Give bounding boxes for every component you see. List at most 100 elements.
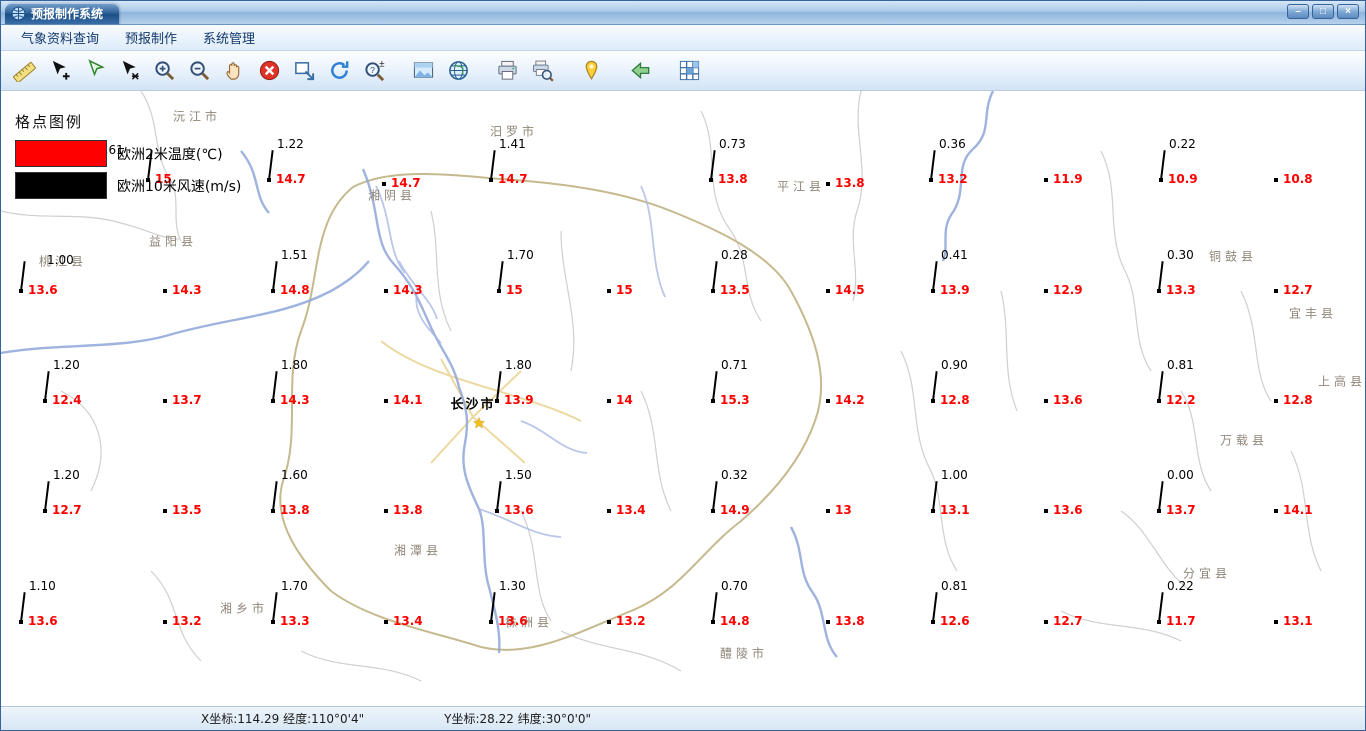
grid-point-dot [826, 289, 830, 293]
wind-barb [712, 261, 718, 292]
wind-barb [1158, 371, 1164, 402]
wind-barb [490, 592, 496, 623]
globe-icon[interactable] [443, 56, 473, 86]
temperature-value: 12.2 [1166, 393, 1196, 407]
wind-barb [1158, 481, 1164, 512]
legend-item: 欧洲2米温度(℃) [15, 140, 241, 167]
grid-point-dot [1044, 399, 1048, 403]
temperature-value: 12.7 [1283, 283, 1313, 297]
grid-point-dot [1044, 620, 1048, 624]
wind-speed-value: 1.10 [29, 579, 56, 593]
wind-barb [272, 261, 278, 292]
wind-barb [44, 481, 50, 512]
wind-speed-value: 1.00 [941, 468, 968, 482]
image-export-icon[interactable] [408, 56, 438, 86]
svg-text:±: ± [379, 59, 384, 70]
wind-barb [268, 150, 274, 181]
wind-barb [712, 592, 718, 623]
wind-speed-value: 1.22 [277, 137, 304, 151]
temperature-value: 13.1 [1283, 614, 1313, 628]
wind-speed-value: 0.00 [1167, 468, 1194, 482]
temperature-value: 11.9 [1053, 172, 1083, 186]
temperature-value: 13.7 [1166, 503, 1196, 517]
temperature-value: 12.8 [940, 393, 970, 407]
temperature-value: 14 [616, 393, 633, 407]
menu-forecast-production[interactable]: 预报制作 [115, 25, 187, 50]
temperature-value: 13.5 [720, 283, 750, 297]
zoom-scale-icon[interactable]: ? ± [359, 56, 389, 86]
grid-point-dot [607, 289, 611, 293]
wind-barb [496, 371, 502, 402]
wind-speed-value: 1.00 [47, 253, 74, 267]
wind-speed-value: 0.70 [721, 579, 748, 593]
wind-barb [712, 371, 718, 402]
wind-barb [272, 592, 278, 623]
extent-export-icon[interactable] [289, 56, 319, 86]
print-icon[interactable] [492, 56, 522, 86]
temperature-value: 14.3 [280, 393, 310, 407]
grid-point-dot [163, 289, 167, 293]
pointer-green-icon[interactable] [79, 56, 109, 86]
wind-speed-value: 0.28 [721, 248, 748, 262]
zoom-out-icon[interactable] [184, 56, 214, 86]
wind-speed-value: 0.30 [1167, 248, 1194, 262]
back-icon[interactable] [625, 56, 655, 86]
wind-barb [1158, 592, 1164, 623]
wind-barb [20, 592, 26, 623]
wind-speed-value: 0.73 [719, 137, 746, 151]
grid-point-dot [384, 509, 388, 513]
temperature-value: 13.4 [393, 614, 423, 628]
wind-barb [44, 371, 50, 402]
temperature-value: 15 [616, 283, 633, 297]
temperature-value: 13.5 [172, 503, 202, 517]
grid-point-dot [384, 620, 388, 624]
legend-color-swatch [15, 172, 107, 199]
menubar: 气象资料查询 预报制作 系统管理 [1, 25, 1365, 51]
menu-weather-data-query[interactable]: 气象资料查询 [11, 25, 109, 50]
temperature-value: 12.8 [1283, 393, 1313, 407]
temperature-value: 13.8 [718, 172, 748, 186]
temperature-value: 13.1 [940, 503, 970, 517]
restore-button[interactable]: □ [1312, 4, 1334, 19]
grid-point-dot [607, 509, 611, 513]
temperature-value: 15.3 [720, 393, 750, 407]
svg-text:?: ? [370, 65, 375, 75]
temperature-value: 14.1 [393, 393, 423, 407]
close-button[interactable]: × [1337, 4, 1359, 19]
zoom-in-icon[interactable] [149, 56, 179, 86]
wind-speed-value: 1.41 [499, 137, 526, 151]
minimize-button[interactable]: – [1287, 4, 1309, 19]
app-icon [11, 6, 26, 21]
app-title-tab: 预报制作系统 [5, 3, 120, 24]
temperature-value: 12.4 [52, 393, 82, 407]
map-canvas[interactable]: 格点图例 欧洲2米温度(℃) 欧洲10米风速(m/s) 沅江市 汨罗市 湘阴县 平江县益… [1, 91, 1365, 706]
delete-icon[interactable] [254, 56, 284, 86]
grid-point-dot [163, 620, 167, 624]
grid-point-dot [1044, 289, 1048, 293]
menu-system-management[interactable]: 系统管理 [193, 25, 265, 50]
temperature-value: 14.3 [393, 283, 423, 297]
grid-point-dot [607, 620, 611, 624]
wind-speed-value: 1.51 [281, 248, 308, 262]
location-pin-icon[interactable] [576, 56, 606, 86]
grid-point-dot [826, 182, 830, 186]
temperature-value: 13.3 [280, 614, 310, 628]
titlebar[interactable]: 预报制作系统 – □ × [1, 1, 1365, 25]
grid-point-dot [382, 182, 386, 186]
select-arrow-icon[interactable] [44, 56, 74, 86]
temperature-value: 13.9 [504, 393, 534, 407]
refresh-icon[interactable] [324, 56, 354, 86]
measure-icon[interactable] [9, 56, 39, 86]
wind-speed-value: 0.36 [939, 137, 966, 151]
statusbar: X坐标:114.29 经度:110°0'4" Y坐标:28.22 纬度:30°0… [1, 706, 1365, 730]
grid-data-icon[interactable] [674, 56, 704, 86]
wind-barb [496, 481, 502, 512]
grid-point-dot [826, 620, 830, 624]
wind-barb [1158, 261, 1164, 292]
temperature-value: 14.7 [498, 172, 528, 186]
city-star-marker: ★ [472, 414, 486, 432]
temperature-value: 13.2 [172, 614, 202, 628]
pan-hand-icon[interactable] [219, 56, 249, 86]
pointer-query-icon[interactable] [114, 56, 144, 86]
print-preview-icon[interactable] [527, 56, 557, 86]
